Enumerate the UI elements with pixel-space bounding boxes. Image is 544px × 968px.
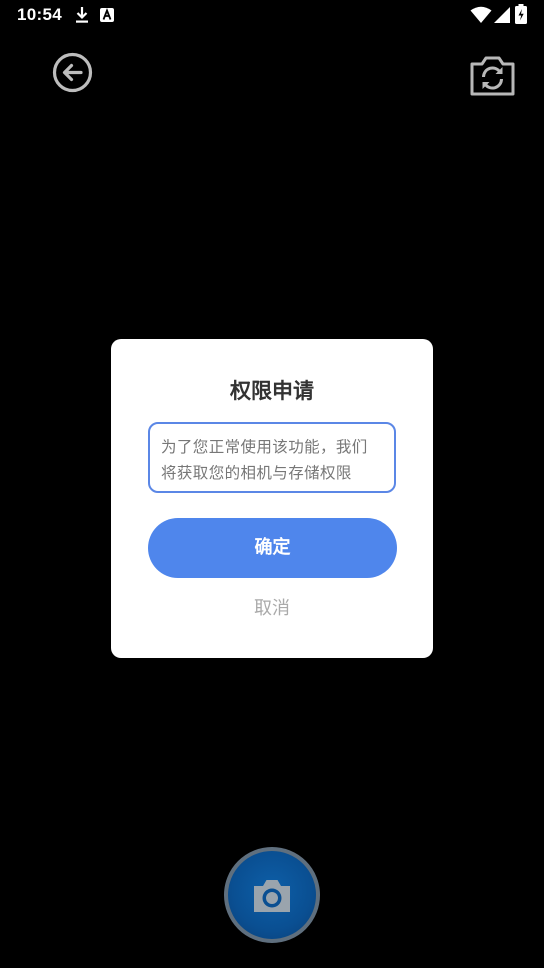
confirm-button[interactable]: 确定 [148, 518, 397, 578]
permission-dialog: 权限申请 为了您正常使用该功能，我们 将获取您的相机与存储权限 确定 取消 [111, 339, 433, 658]
dialog-message-line-1: 为了您正常使用该功能，我们 [161, 438, 368, 456]
camera-screen: 10:54 权限申请 为了您正常使用该功能，我们 将获取您的相机与存储权限 确定… [0, 0, 544, 968]
cancel-button[interactable]: 取消 [222, 594, 322, 624]
dialog-message-line-2: 将获取您的相机与存储权限 [161, 464, 352, 482]
camera-icon [254, 880, 290, 912]
dialog-message: 为了您正常使用该功能，我们 将获取您的相机与存储权限 [148, 422, 396, 493]
shutter-button[interactable] [224, 847, 320, 943]
dialog-title: 权限申请 [230, 379, 314, 403]
